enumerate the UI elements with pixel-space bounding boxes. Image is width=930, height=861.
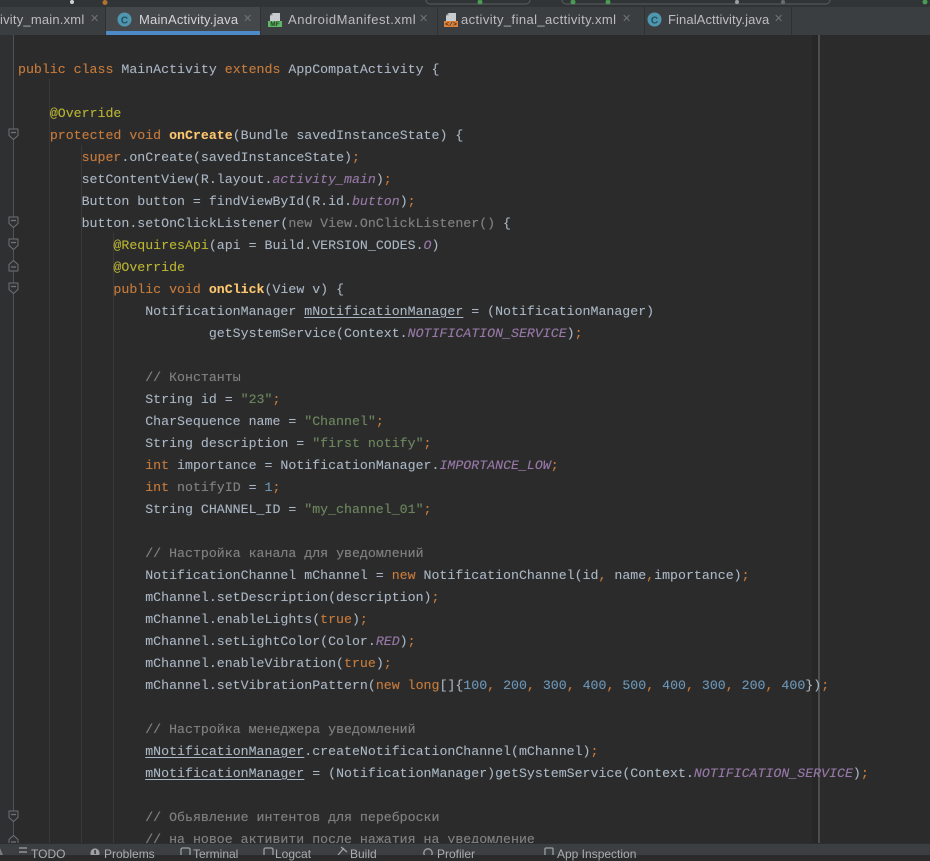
svg-text:C: C [651,16,658,27]
svg-text:</>: </> [445,21,457,28]
svg-text:MF: MF [270,21,279,28]
svg-text:C: C [121,16,128,27]
